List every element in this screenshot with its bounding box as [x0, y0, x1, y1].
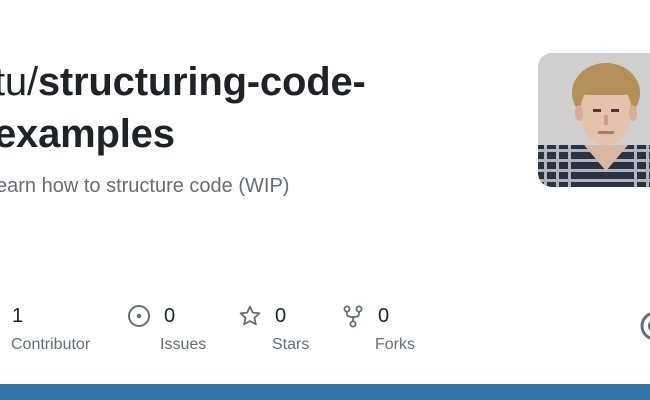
repo-description: earn how to structure code (WIP) — [0, 175, 290, 197]
stat-issues-count: 0 — [164, 304, 176, 327]
language-bar — [0, 384, 650, 400]
stat-contributors[interactable]: 1 Contributor — [0, 302, 90, 354]
stat-stars-label: Stars — [272, 336, 310, 353]
repo-stats: 1 Contributor 0 Issues 0 Stars 0 Forks — [0, 302, 650, 362]
stat-issues[interactable]: 0 Issues — [126, 302, 206, 354]
repo-title[interactable]: tu/structuring-code-examples — [0, 56, 514, 160]
owner-avatar[interactable] — [538, 53, 650, 187]
stat-issues-label: Issues — [160, 336, 207, 353]
stat-forks[interactable]: 0 Forks — [340, 302, 415, 354]
github-logo-icon — [640, 311, 650, 341]
stat-forks-count: 0 — [378, 304, 390, 327]
stat-forks-label: Forks — [375, 336, 415, 353]
repo-owner[interactable]: tu — [0, 60, 27, 104]
repo-separator: / — [26, 60, 38, 104]
repo-name[interactable]: structuring-code-examples — [0, 60, 366, 156]
stat-contributors-label: Contributor — [11, 336, 91, 353]
stat-contributors-count: 1 — [12, 304, 24, 327]
stat-stars[interactable]: 0 Stars — [237, 302, 309, 354]
issue-opened-icon — [126, 303, 152, 329]
stat-stars-count: 0 — [275, 304, 287, 327]
repo-forked-icon — [340, 303, 366, 329]
star-icon — [237, 303, 263, 329]
avatar-image — [538, 53, 650, 187]
